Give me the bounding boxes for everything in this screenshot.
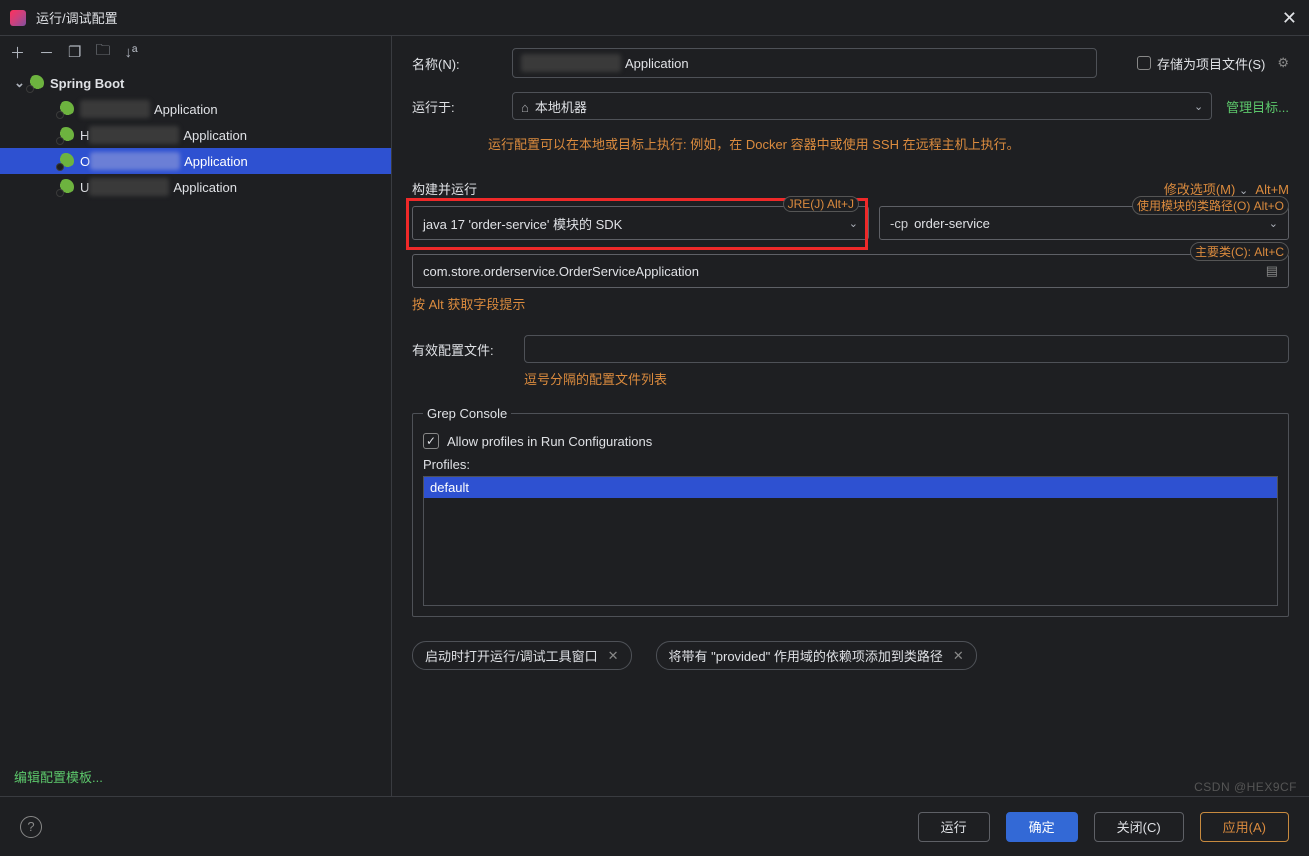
copy-icon[interactable]: ❐ (68, 43, 81, 61)
name-label: 名称(N): (412, 54, 512, 73)
option-tag-label: 启动时打开运行/调试工具窗口 (425, 646, 598, 665)
config-tree: ⌄ Spring Boot Application H Application … (0, 68, 391, 757)
jre-field-hint: JRE(J) Alt+J (783, 196, 859, 212)
build-and-run-label: 构建并运行 (412, 179, 477, 198)
store-as-file-checkbox[interactable]: 存储为项目文件(S) ⚙ (1137, 54, 1289, 73)
profiles-header: Profiles: (423, 457, 1278, 472)
option-tag[interactable]: 将带有 "provided" 作用域的依赖项添加到类路径 ✕ (656, 641, 977, 670)
apply-button[interactable]: 应用(A) (1200, 812, 1289, 842)
window-title: 运行/调试配置 (36, 8, 118, 27)
tree-item-prefix: O (80, 154, 90, 169)
help-icon[interactable]: ? (20, 816, 42, 838)
tree-item-selected[interactable]: O Application (0, 148, 391, 174)
option-tag[interactable]: 启动时打开运行/调试工具窗口 ✕ (412, 641, 632, 670)
active-profiles-label: 有效配置文件: (412, 340, 512, 359)
redacted (90, 152, 180, 170)
cp-value: order-service (914, 216, 990, 231)
spring-boot-icon (58, 179, 74, 195)
sidebar-toolbar: ＋ － ❐ 🗀 ↓ª (0, 36, 391, 68)
remove-icon[interactable]: － (39, 42, 54, 63)
edit-templates-link[interactable]: 编辑配置模板... (0, 757, 391, 796)
cancel-button[interactable]: 关闭(C) (1094, 812, 1184, 842)
alt-hint: 按 Alt 获取字段提示 (412, 294, 1289, 313)
redacted (521, 54, 621, 72)
tree-item-label: Application (184, 154, 248, 169)
sort-icon[interactable]: ↓ª (125, 44, 138, 61)
main-class-input[interactable]: com.store.orderservice.OrderServiceAppli… (412, 254, 1289, 288)
ok-button[interactable]: 确定 (1006, 812, 1078, 842)
main-class-field-hint: 主要类(C): Alt+C (1190, 242, 1289, 261)
tree-item-label: Application (173, 180, 237, 195)
tree-group-spring-boot[interactable]: ⌄ Spring Boot (0, 70, 391, 96)
app-icon (10, 10, 26, 26)
watermark: CSDN @HEX9CF (1194, 780, 1297, 794)
profiles-list[interactable]: default (423, 476, 1278, 606)
grep-legend: Grep Console (423, 406, 511, 421)
close-icon[interactable]: ✕ (1282, 8, 1297, 29)
checkbox-checked-icon: ✓ (423, 433, 439, 449)
run-on-label: 运行于: (412, 97, 512, 116)
tree-group-label: Spring Boot (50, 76, 124, 91)
home-icon: ⌂ (521, 100, 529, 115)
tree-item-prefix: U (80, 180, 89, 195)
chevron-down-icon: ⌄ (1194, 100, 1203, 113)
sidebar: ＋ － ❐ 🗀 ↓ª ⌄ Spring Boot Application H A… (0, 36, 392, 796)
spring-boot-icon (58, 101, 74, 117)
tree-item[interactable]: Application (0, 96, 391, 122)
grep-console-group: Grep Console ✓ Allow profiles in Run Con… (412, 406, 1289, 617)
active-profiles-hint: 逗号分隔的配置文件列表 (524, 369, 1289, 388)
tree-item-prefix: H (80, 128, 89, 143)
spring-boot-icon (58, 153, 74, 169)
name-input[interactable]: Application (512, 48, 1097, 78)
manage-targets-link[interactable]: 管理目标... (1226, 97, 1289, 116)
tree-item[interactable]: U Application (0, 174, 391, 200)
run-on-select[interactable]: ⌂ 本地机器 ⌄ (512, 92, 1212, 120)
classpath-field-hint: 使用模块的类路径(O) Alt+O (1132, 196, 1289, 215)
jre-value: java 17 'order-service' 模块的 SDK (423, 214, 622, 233)
remove-tag-icon[interactable]: ✕ (953, 648, 964, 664)
titlebar: 运行/调试配置 ✕ (0, 0, 1309, 36)
chevron-down-icon: ⌄ (849, 217, 858, 230)
browse-icon[interactable]: ▤ (1266, 263, 1278, 279)
option-tag-label: 将带有 "provided" 作用域的依赖项添加到类路径 (669, 646, 943, 665)
content-panel: 名称(N): Application 存储为项目文件(S) ⚙ 运行于: ⌂ 本地… (392, 36, 1309, 796)
remove-tag-icon[interactable]: ✕ (608, 648, 619, 664)
gear-icon[interactable]: ⚙ (1277, 55, 1289, 71)
allow-profiles-checkbox[interactable]: ✓ Allow profiles in Run Configurations (423, 433, 1278, 449)
redacted (89, 178, 169, 196)
add-icon[interactable]: ＋ (10, 42, 25, 63)
profiles-list-item[interactable]: default (424, 477, 1277, 498)
redacted (89, 126, 179, 144)
chevron-down-icon: ⌄ (1269, 217, 1278, 230)
save-template-icon[interactable]: 🗀 (95, 40, 110, 65)
run-on-value: 本地机器 (535, 100, 587, 115)
allow-profiles-label: Allow profiles in Run Configurations (447, 434, 652, 449)
run-on-hint: 运行配置可以在本地或目标上执行: 例如，在 Docker 容器中或使用 SSH … (488, 134, 1289, 153)
main-class-value: com.store.orderservice.OrderServiceAppli… (423, 264, 699, 279)
tree-item[interactable]: H Application (0, 122, 391, 148)
spring-boot-icon (28, 75, 44, 91)
spring-boot-icon (58, 127, 74, 143)
name-suffix: Application (625, 56, 689, 71)
redacted (80, 100, 150, 118)
tree-item-label: Application (183, 128, 247, 143)
store-as-file-label: 存储为项目文件(S) (1157, 54, 1265, 73)
cp-flag: -cp (890, 216, 908, 231)
active-profiles-input[interactable] (524, 335, 1289, 363)
dialog-footer: ? 运行 确定 关闭(C) 应用(A) (0, 796, 1309, 856)
run-button[interactable]: 运行 (918, 812, 990, 842)
tree-item-label: Application (154, 102, 218, 117)
checkbox-icon (1137, 56, 1151, 70)
